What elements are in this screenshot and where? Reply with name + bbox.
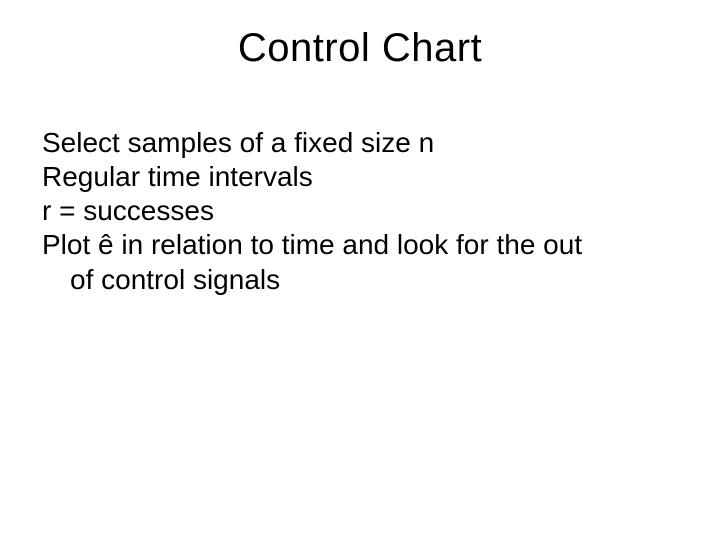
- symbol-e-hat: ê: [98, 229, 114, 260]
- body-line-2: Regular time intervals: [42, 160, 678, 194]
- slide-title: Control Chart: [0, 26, 720, 71]
- body-line-4: Plot ê in relation to time and look for …: [42, 228, 678, 262]
- body-line-5: of control signals: [42, 263, 678, 297]
- slide-body: Select samples of a fixed size n Regular…: [42, 126, 678, 297]
- body-line-4-pre: Plot: [42, 229, 98, 260]
- body-line-3: r = successes: [42, 194, 678, 228]
- body-line-4-post: in relation to time and look for the out: [114, 229, 583, 260]
- slide: Control Chart Select samples of a fixed …: [0, 0, 720, 540]
- body-line-1: Select samples of a fixed size n: [42, 126, 678, 160]
